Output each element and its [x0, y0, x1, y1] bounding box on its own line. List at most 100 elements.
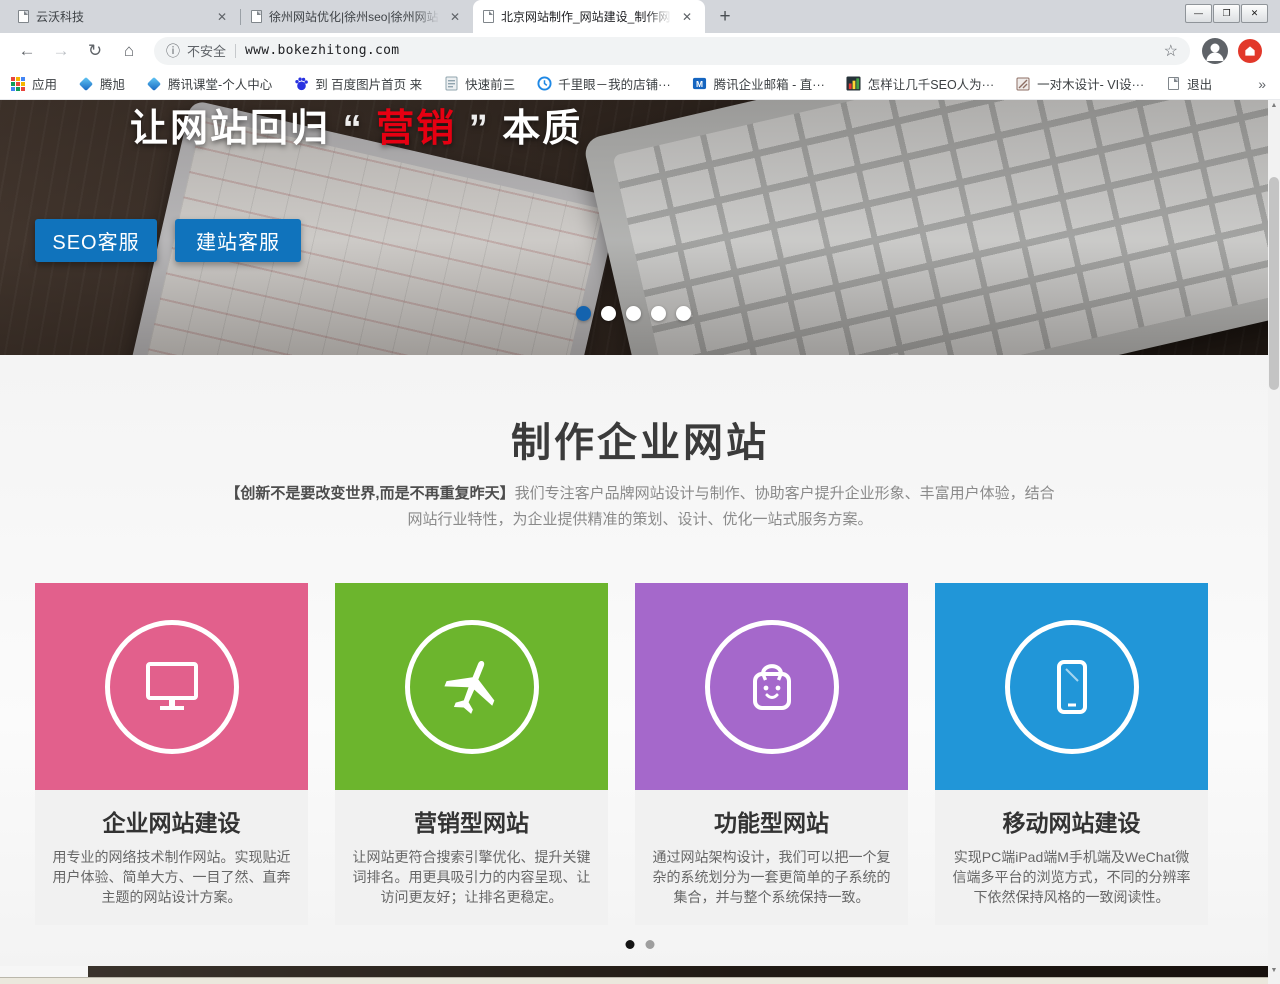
card-functional-website[interactable]: 功能型网站 通过网站架构设计，我们可以把一个复杂的系统划分为一套更简单的子系统的… [635, 583, 908, 925]
tab-xuzhou-seo[interactable]: 徐州网站优化|徐州seo|徐州网站 ✕ [241, 0, 473, 33]
carousel-dot[interactable] [601, 306, 616, 321]
card-image-green [335, 583, 608, 790]
blue-diamond-icon [146, 76, 162, 92]
bookmark-tencent-exmail[interactable]: M 腾讯企业邮箱 - 直··· [692, 74, 825, 93]
baidu-paw-icon [293, 76, 309, 92]
cards-carousel-dots [626, 940, 655, 949]
carousel-dot[interactable] [626, 306, 641, 321]
security-label: 不安全 [187, 41, 226, 60]
bookmark-label: 腾讯企业邮箱 - 直··· [714, 74, 825, 93]
card-image-pink [35, 583, 308, 790]
tab-beijing-website-active[interactable]: 北京网站制作_网站建设_制作网 ✕ [473, 0, 705, 33]
document-icon [443, 76, 459, 92]
page-favicon-icon [251, 10, 262, 23]
seo-service-button[interactable]: SEO客服 [35, 219, 157, 262]
tab-title: 徐州网站优化|徐州seo|徐州网站 [269, 8, 440, 25]
carousel-dot[interactable] [626, 940, 635, 949]
scroll-up-arrow-icon[interactable]: ▲ [1268, 100, 1280, 112]
bookmark-yiduimu-design[interactable]: 一对木设计- VI设··· [1015, 74, 1144, 93]
apps-grid-icon [10, 76, 26, 92]
tab-yunwo[interactable]: 云沃科技 ✕ [8, 0, 240, 33]
minimize-button[interactable]: — [1185, 4, 1212, 23]
info-icon[interactable]: ⓘ [166, 41, 180, 61]
card-title: 功能型网站 [647, 804, 896, 838]
window-bottom-strip [0, 977, 1280, 984]
card-text-area: 营销型网站 让网站更符合搜索引擎优化、提升关键词排名。用更具吸引力的内容呈现、让… [335, 790, 608, 925]
circle-outline [1005, 620, 1139, 754]
url-text[interactable]: www.bokezhitong.com [245, 43, 399, 58]
card-mobile-website[interactable]: 移动网站建设 实现PC端iPad端M手机端及WeChat微信端多平台的浏览方式，… [935, 583, 1208, 925]
carousel-dot[interactable] [576, 306, 591, 321]
carousel-dot[interactable] [646, 940, 655, 949]
bookmark-tengxu[interactable]: 腾旭 [78, 74, 125, 93]
card-description: 用专业的网络技术制作网站。实现贴近用户体验、简单大方、一目了然、直奔主题的网站设… [47, 847, 296, 907]
bookmarks-overflow-chevron[interactable]: » [1258, 76, 1266, 92]
card-title: 营销型网站 [347, 804, 596, 838]
bookmark-star-icon[interactable]: ☆ [1164, 41, 1178, 61]
url-divider [235, 44, 236, 58]
service-cards: 企业网站建设 用专业的网络技术制作网站。实现贴近用户体验、简单大方、一目了然、直… [35, 583, 1208, 925]
bookmark-label: 退出 [1187, 74, 1212, 93]
tab-close-icon[interactable]: ✕ [679, 9, 695, 25]
forward-icon[interactable]: → [47, 37, 75, 65]
next-section-edge [88, 966, 1268, 977]
bookmark-tencent-classroom[interactable]: 腾讯课堂-个人中心 [146, 74, 272, 93]
close-button[interactable]: ✕ [1241, 4, 1268, 23]
bookmark-label: 怎样让几千SEO人为··· [868, 74, 994, 93]
card-description: 让网站更符合搜索引擎优化、提升关键词排名。用更具吸引力的内容呈现、让访问更友好；… [347, 847, 596, 907]
bookmark-seo-article[interactable]: 怎样让几千SEO人为··· [846, 74, 994, 93]
up-shield-icon [1242, 43, 1258, 59]
services-section: 制作企业网站 【创新不是要改变世界,而是不再重复昨天】我们专注客户品牌网站设计与… [0, 355, 1280, 966]
card-corporate-website[interactable]: 企业网站建设 用专业的网络技术制作网站。实现贴近用户体验、简单大方、一目了然、直… [35, 583, 308, 925]
tab-close-icon[interactable]: ✕ [214, 9, 230, 25]
section-intro: 【创新不是要改变世界,而是不再重复昨天】我们专注客户品牌网站设计与制作、协助客户… [220, 481, 1060, 533]
card-text-area: 功能型网站 通过网站架构设计，我们可以把一个复杂的系统划分为一套更简单的子系统的… [635, 790, 908, 925]
bookmark-apps[interactable]: 应用 [10, 74, 57, 93]
card-description: 通过网站架构设计，我们可以把一个复杂的系统划分为一套更简单的子系统的集合，并与整… [647, 847, 896, 907]
tab-bar: 云沃科技 ✕ 徐州网站优化|徐州seo|徐州网站 ✕ 北京网站制作_网站建设_制… [0, 0, 1280, 33]
hero-title-suffix: 本质 [502, 108, 582, 150]
reload-icon[interactable]: ↻ [81, 37, 109, 65]
window-controls: — ❐ ✕ [1185, 4, 1268, 23]
card-title: 移动网站建设 [947, 804, 1196, 838]
page-favicon-icon [483, 10, 494, 23]
build-service-button[interactable]: 建站客服 [175, 219, 301, 262]
carousel-dot[interactable] [651, 306, 666, 321]
bookmark-kuaisu[interactable]: 快速前三 [443, 74, 515, 93]
restore-button[interactable]: ❐ [1213, 4, 1240, 23]
monitor-icon [139, 656, 205, 718]
quote-open: “ [343, 108, 364, 150]
person-icon [1202, 38, 1228, 64]
card-text-area: 移动网站建设 实现PC端iPad端M手机端及WeChat微信端多平台的浏览方式，… [935, 790, 1208, 925]
back-icon[interactable]: ← [13, 37, 41, 65]
bookmark-baidu-images[interactable]: 到 百度图片首页 来 [293, 74, 422, 93]
tab-close-icon[interactable]: ✕ [447, 9, 463, 25]
card-marketing-website[interactable]: 营销型网站 让网站更符合搜索引擎优化、提升关键词排名。用更具吸引力的内容呈现、让… [335, 583, 608, 925]
bookmark-label: 应用 [32, 74, 57, 93]
bookmark-label: 一对木设计- VI设··· [1037, 74, 1144, 93]
clock-icon [536, 76, 552, 92]
new-tab-button[interactable]: + [711, 4, 739, 32]
card-title: 企业网站建设 [47, 804, 296, 838]
browser-brand-icon[interactable] [1238, 39, 1262, 63]
hero-title: 让网站回归 “ 营销 ” 本质 [130, 100, 582, 152]
card-image-blue [935, 583, 1208, 790]
hero-carousel-dots [576, 306, 691, 321]
home-icon[interactable]: ⌂ [115, 37, 143, 65]
chart-icon [846, 76, 862, 92]
bookmark-qianliyan[interactable]: 千里眼－我的店铺··· [536, 74, 671, 93]
airplane-icon [439, 654, 505, 720]
card-description: 实现PC端iPad端M手机端及WeChat微信端多平台的浏览方式，不同的分辨率下… [947, 847, 1196, 907]
svg-text:M: M [696, 79, 703, 89]
vertical-scrollbar[interactable]: ▲ ▼ [1268, 100, 1280, 984]
scrollbar-thumb[interactable] [1269, 177, 1279, 390]
scroll-down-arrow-icon[interactable]: ▼ [1268, 965, 1280, 977]
quote-close: ” [469, 108, 490, 150]
bookmark-exit[interactable]: 退出 [1165, 74, 1212, 93]
url-bar[interactable]: ⓘ 不安全 www.bokezhitong.com ☆ [154, 37, 1190, 65]
carousel-dot[interactable] [676, 306, 691, 321]
profile-avatar[interactable] [1202, 38, 1228, 64]
hero-title-prefix: 让网站回归 [130, 108, 330, 150]
bookmark-label: 到 百度图片首页 来 [315, 74, 422, 93]
card-image-purple [635, 583, 908, 790]
